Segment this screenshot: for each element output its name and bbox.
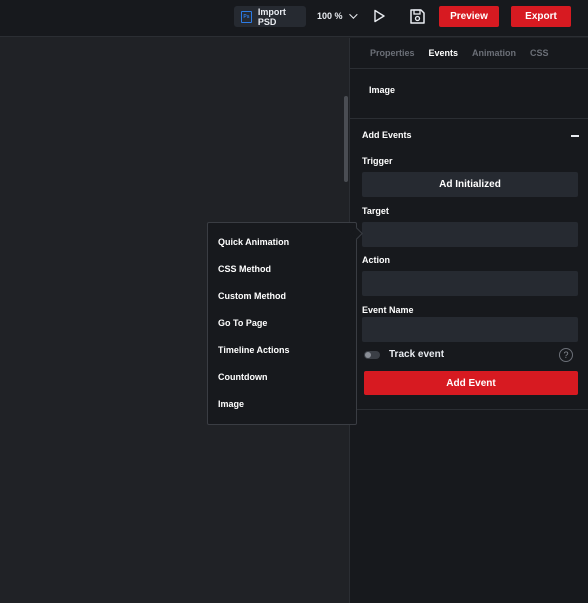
chevron-down-icon xyxy=(348,10,358,19)
import-psd-button[interactable]: Ps Import PSD xyxy=(234,6,306,27)
divider xyxy=(350,409,588,410)
event-name-label: Event Name xyxy=(362,305,414,315)
menu-item-go-to-page[interactable]: Go To Page xyxy=(218,318,348,328)
action-label: Action xyxy=(362,255,390,265)
action-dropdown-menu: Quick Animation CSS Method Custom Method… xyxy=(207,222,357,425)
tab-properties[interactable]: Properties xyxy=(370,48,415,58)
panel-tabs: Properties Events Animation CSS xyxy=(350,38,588,69)
trigger-label: Trigger xyxy=(362,156,393,166)
canvas-scrollbar[interactable] xyxy=(344,96,348,182)
trigger-select[interactable]: Ad Initialized xyxy=(362,172,578,197)
divider xyxy=(350,118,588,119)
tab-animation[interactable]: Animation xyxy=(472,48,516,58)
top-toolbar: Ps Import PSD 100 % Preview Export xyxy=(0,0,588,37)
tab-css[interactable]: CSS xyxy=(530,48,549,58)
menu-item-quick-animation[interactable]: Quick Animation xyxy=(218,237,348,247)
event-name-input[interactable] xyxy=(362,317,578,342)
menu-item-css-method[interactable]: CSS Method xyxy=(218,264,348,274)
zoom-dropdown[interactable]: 100 % xyxy=(317,9,358,23)
action-select[interactable] xyxy=(362,271,578,296)
zoom-value: 100 % xyxy=(317,11,343,21)
psd-file-icon: Ps xyxy=(241,10,252,23)
tab-events[interactable]: Events xyxy=(429,48,459,58)
selected-element-label: Image xyxy=(369,85,396,95)
preview-button[interactable]: Preview xyxy=(439,6,499,27)
import-psd-label: Import PSD xyxy=(257,6,286,27)
menu-item-countdown[interactable]: Countdown xyxy=(218,372,348,382)
target-select[interactable] xyxy=(362,222,578,247)
export-button[interactable]: Export xyxy=(511,6,571,27)
add-event-button[interactable]: Add Event xyxy=(364,371,578,395)
track-event-label: Track event xyxy=(389,349,445,360)
save-icon[interactable] xyxy=(409,8,426,25)
collapse-icon[interactable] xyxy=(571,135,579,137)
target-label: Target xyxy=(362,206,389,216)
menu-item-custom-method[interactable]: Custom Method xyxy=(218,291,348,301)
track-event-toggle[interactable] xyxy=(364,351,380,359)
menu-item-image[interactable]: Image xyxy=(218,399,348,409)
add-events-title: Add Events xyxy=(362,130,412,140)
help-icon[interactable]: ? xyxy=(559,348,573,362)
properties-panel: Properties Events Animation CSS Image Ad… xyxy=(349,38,588,603)
play-icon[interactable] xyxy=(372,9,386,23)
menu-item-timeline-actions[interactable]: Timeline Actions xyxy=(218,345,348,355)
